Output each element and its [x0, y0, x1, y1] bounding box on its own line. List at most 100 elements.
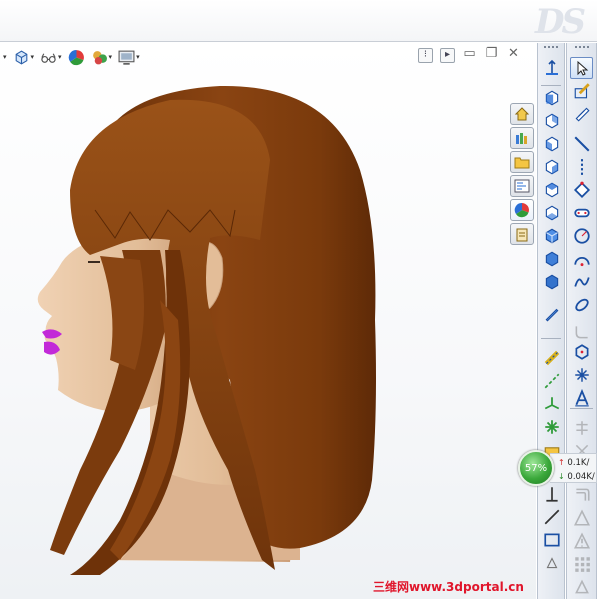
coordinate-system-button[interactable]: [540, 393, 563, 415]
polygon-button[interactable]: [570, 341, 593, 363]
rectangle-button[interactable]: [570, 179, 593, 201]
hide-show-items-button[interactable]: ▾: [38, 47, 64, 67]
task-pane-tabs: [510, 103, 534, 245]
usage-percent-badge: 57%: [518, 450, 554, 486]
right-view-icon: [545, 159, 558, 175]
slot-icon: [573, 208, 590, 218]
tab-design-library[interactable]: [510, 127, 534, 149]
normal-to-button[interactable]: [540, 57, 563, 79]
bottom-view-button[interactable]: [540, 202, 563, 224]
point-star-icon: [574, 368, 589, 382]
top-view-icon: [545, 182, 558, 198]
grid-button[interactable]: [570, 553, 593, 575]
trimetric-view-button[interactable]: [540, 248, 563, 270]
front-view-button[interactable]: [540, 87, 563, 109]
fillet-icon: [575, 326, 588, 339]
close-button[interactable]: ✕: [506, 47, 521, 63]
offset-button[interactable]: [570, 484, 593, 506]
dimetric-icon: [545, 274, 558, 290]
heads-up-view-toolbar: ▾ ▾ ▾ ▾ ▾: [0, 46, 142, 68]
ds-logo: DS: [534, 2, 586, 42]
right-view-button[interactable]: [540, 156, 563, 178]
construction-icon: [546, 557, 557, 569]
back-view-button[interactable]: [540, 110, 563, 132]
appearance-icon: [514, 202, 529, 218]
dimension-icon: [545, 487, 558, 502]
sketch-point-icon: [544, 350, 559, 366]
warning-button[interactable]: [570, 530, 593, 552]
select-button[interactable]: [570, 57, 593, 79]
minimize-button[interactable]: ▭: [462, 47, 477, 63]
top-view-button[interactable]: [540, 179, 563, 201]
centerline-dashed-button[interactable]: [570, 156, 593, 178]
tab-solidworks-resources[interactable]: [510, 103, 534, 125]
caret-left[interactable]: ▾: [0, 47, 9, 67]
tab-file-explorer[interactable]: [510, 151, 534, 173]
smart-dimension-icon: [575, 107, 590, 122]
spline-button[interactable]: [570, 271, 593, 293]
centerline-icon: [544, 373, 559, 389]
clipboard-icon: [516, 228, 528, 242]
network-speed-panel: ↑ 0.1K/ ↓ 0.04K/: [550, 453, 597, 483]
network-monitor[interactable]: ↑ 0.1K/ ↓ 0.04K/ 57%: [518, 450, 597, 486]
cube-icon: [15, 50, 27, 64]
line-icon: [574, 136, 589, 152]
mirror-icon: [573, 509, 590, 526]
polygon-icon: [575, 344, 588, 360]
tab-view-palette[interactable]: [510, 175, 534, 197]
coordinate-system-icon: [544, 397, 559, 410]
ellipse-button[interactable]: [570, 294, 593, 316]
circle-icon: [573, 228, 590, 244]
edit-appearance-button[interactable]: [66, 47, 87, 67]
head-model[interactable]: [0, 43, 510, 599]
tab-custom-properties[interactable]: [510, 223, 534, 245]
rectangle-icon: [543, 533, 560, 547]
origin-button[interactable]: [540, 416, 563, 438]
arc-icon: [573, 256, 590, 267]
point-sketch-button[interactable]: [570, 364, 593, 386]
grid-icon: [574, 557, 590, 572]
back-view-icon: [545, 113, 558, 129]
construction-button[interactable]: [540, 552, 563, 574]
dimetric-view-button[interactable]: [540, 271, 563, 293]
ellipse-icon: [574, 298, 589, 312]
dimension-button[interactable]: [540, 483, 563, 505]
rapid-sketch-button[interactable]: [570, 576, 593, 598]
upload-speed: 0.1K/: [567, 458, 590, 468]
folder-icon: [514, 157, 530, 169]
text-button[interactable]: [570, 387, 593, 409]
trim-button[interactable]: [570, 417, 593, 439]
mirror-button[interactable]: [570, 507, 593, 529]
warning-icon: [573, 532, 590, 549]
view-orientation-button[interactable]: ▾: [11, 47, 37, 67]
fillet-button[interactable]: [570, 321, 593, 343]
next-view-button[interactable]: ▸: [440, 48, 455, 63]
solidworks-window: DS ▾ ▾ ▾ ▾ ▾ ⁝ ▸ ▭ ❐ ✕ ↑ 0.1K/ ↓ 0.04K/ …: [0, 0, 597, 599]
restore-button[interactable]: ❐: [484, 47, 499, 63]
line-tool-button[interactable]: [540, 506, 563, 528]
sketch-button[interactable]: [570, 80, 593, 102]
library-icon: [516, 133, 527, 144]
centerline-button[interactable]: [540, 370, 563, 392]
bottom-view-icon: [545, 205, 558, 221]
rectangle-tool-button[interactable]: [540, 529, 563, 551]
left-view-button[interactable]: [540, 133, 563, 155]
view-toolbar: [537, 43, 565, 599]
line-button[interactable]: [570, 133, 593, 155]
slot-button[interactable]: [570, 202, 593, 224]
isometric-icon: [545, 228, 558, 244]
apply-scene-button[interactable]: ▾: [89, 47, 115, 67]
tab-appearances-scenes[interactable]: [510, 199, 534, 221]
circle-button[interactable]: [570, 225, 593, 247]
previous-view-button[interactable]: ⁝: [418, 48, 433, 63]
scene-icon: [92, 50, 107, 64]
home-icon: [514, 107, 530, 121]
monitor-icon: [118, 50, 135, 65]
view-settings-button[interactable]: ▾: [116, 47, 142, 67]
view-pencil-button[interactable]: [540, 303, 563, 325]
text-icon: [574, 389, 589, 407]
isometric-view-button[interactable]: [540, 225, 563, 247]
arc-button[interactable]: [570, 248, 593, 270]
point-button[interactable]: [540, 347, 563, 369]
smart-dimension-button[interactable]: [570, 103, 593, 125]
